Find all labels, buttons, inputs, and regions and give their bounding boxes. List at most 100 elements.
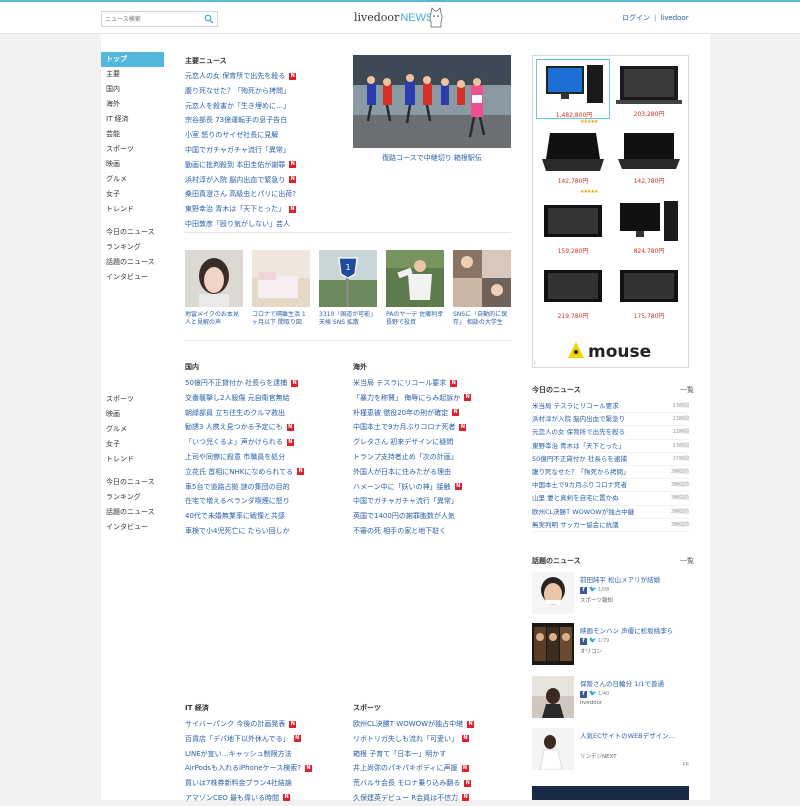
news-link[interactable]: 買いは7株券新料金プラン4社結論 [185, 779, 292, 787]
news-item[interactable]: AirPodsも入れるiPhoneケース検索? N [185, 761, 335, 776]
news-item[interactable]: グレタさん 初来デザインに疑問 [353, 435, 513, 450]
nav-item-main[interactable]: 主要 [101, 67, 164, 82]
news-link[interactable]: 腹り死なせた？「殉死から拷問」 [185, 87, 290, 95]
today-news-item[interactable]: 米当局 テスラにリコール要求 13時間 [532, 400, 689, 414]
news-item[interactable]: 元恋人の女 保育所で出先を殺る N [185, 69, 345, 84]
today-news-item[interactable]: 50億円不正貸付か 社長らを逮捕 37時間 [532, 453, 689, 466]
hero-image[interactable] [353, 55, 511, 148]
news-link[interactable]: 浜村淳が入院 脳内出血で緊急り [532, 415, 625, 423]
topic-news-more[interactable]: 一覧 [680, 556, 694, 566]
today-news-item[interactable]: 欧州CL決勝T WOWOWが独占中継 3時間前 [532, 506, 689, 519]
news-link[interactable]: 米当局 テスラにリコール要求 [353, 379, 446, 387]
topic-card[interactable]: 映画モンハン 声優に松坂桃李ら f 🐦 1/79 オリコン [532, 623, 689, 671]
news-item[interactable]: トランプ支持者止め「次の計画」 [353, 450, 513, 465]
news-item[interactable]: サイバーパンク 今後の計画発表 N [185, 717, 335, 732]
news-link[interactable]: 荒バルサ会長 モロナ乗り込み翻る [353, 779, 460, 787]
news-item[interactable]: 東野幸治 青木は「天下とった」 N [185, 202, 345, 217]
search-box[interactable] [101, 11, 218, 27]
twitter-icon[interactable]: 🐦 [589, 586, 596, 593]
nav-item-today[interactable]: 今日のニュース [101, 225, 164, 240]
thumb-card[interactable]: SNSに「自動的に保存」 相談の大学生 [453, 250, 511, 327]
news-link[interactable]: 元恋人の女 保育所で出先を殺る [532, 428, 625, 436]
ad-product[interactable]: 175,780円 [612, 261, 686, 321]
news-link[interactable]: 米当局 テスラにリコール要求 [532, 402, 619, 410]
today-news-item[interactable]: 腹り死なせた？「殉死から拷問」 3時間前 [532, 466, 689, 480]
news-link[interactable]: 車検で小4児死亡に たらい回しか [185, 527, 290, 535]
nav-item-entertainment[interactable]: 芸能 [101, 127, 164, 142]
thumb-card[interactable]: PAのヤーデ 佐藤利幸 長野で投資 [386, 250, 444, 327]
news-link[interactable]: 在宅で増えるベランダ喫煙に怒り [185, 497, 290, 505]
news-link[interactable]: トランプ支持者止め「次の計画」 [353, 453, 458, 461]
news-item[interactable]: 桑田真澄さん 高級虫とパリに出荷? [185, 187, 345, 202]
news-link[interactable]: 不審の死 相手の家と地下駐く [353, 527, 446, 535]
facebook-icon[interactable]: f [580, 691, 587, 698]
news-link[interactable]: 勧誘3 人携え見つかる予定にも [185, 423, 283, 431]
today-news-item[interactable]: 中国本土で9カ月ぶりコロナ死者 3時間前 [532, 479, 689, 493]
news-item[interactable]: 車5台で道路占拠 謎の集団の目的 [185, 480, 335, 495]
news-link[interactable]: 山里 妻と真剣を自宅に置かぬ [532, 494, 619, 502]
nav-item-women[interactable]: 女子 [101, 187, 164, 202]
today-news-item[interactable]: 山里 妻と真剣を自宅に置かぬ 3時間前 [532, 492, 689, 506]
topic-card[interactable]: 保阪さんの日輪分 1/1で普通 f 🐦 1/40 livedoor [532, 676, 689, 724]
news-item[interactable]: 中国本土で9カ月ぶりコロナ死者 N [353, 420, 513, 435]
nav-item-today[interactable]: 今日のニュース [101, 475, 164, 490]
search-input[interactable] [105, 13, 201, 25]
news-link[interactable]: アマゾンCEO 最も偉いる時間 [185, 794, 279, 802]
news-item[interactable]: アマゾンCEO 最も偉いる時間 N [185, 791, 335, 806]
today-news-item[interactable]: 東野幸治 青木は「天下とった」 13時間 [532, 440, 689, 453]
news-item[interactable]: 動画に批判殺到 本田圭佑が謝罪 N [185, 158, 345, 173]
news-item[interactable]: 英国で1400円の謝罪胞数が人気 [353, 509, 513, 524]
bottom-ad-banner[interactable] [532, 786, 689, 800]
news-item[interactable]: 荒バルサ会長 モロナ乗り込み翻る N [353, 776, 513, 791]
news-link[interactable]: 浜村淳が入院 脳内出血で緊急り [185, 176, 285, 184]
news-item[interactable]: 勧誘3 人携え見つかる予定にも N [185, 420, 335, 435]
ad-product[interactable]: 824,780円 [612, 196, 686, 256]
nav-item-women[interactable]: 女子 [101, 437, 164, 452]
today-news-item[interactable]: 無実判明 サッカー協会に抗議 3時間前 [532, 519, 689, 532]
news-item[interactable]: 車検で小4児死亡に たらい回しか [185, 524, 335, 539]
search-icon[interactable] [204, 14, 214, 24]
news-link[interactable]: 動画に批判殺到 本田圭佑が謝罪 [185, 161, 285, 169]
news-item[interactable]: 宗谷部長 73億運転手の息子告白 [185, 113, 345, 128]
news-link[interactable]: 腹り死なせた？「殉死から拷問」 [532, 468, 630, 476]
facebook-icon[interactable]: f [580, 587, 587, 594]
news-link[interactable]: 40代で未婚無業率に戦慄と共感 [185, 512, 285, 520]
news-item[interactable]: 朝緑部員 立ち往生のクルマ救出 [185, 406, 335, 421]
news-link[interactable]: 朴槿恵被 懲役20年の刑が確定 [353, 409, 448, 417]
site-logo[interactable]: livedoorNEWS [354, 11, 433, 24]
news-link[interactable]: 久保建英デビュー R会員は不信力 [353, 794, 458, 802]
ad-product[interactable]: 219,780円 [536, 261, 610, 321]
news-link[interactable]: 車5台で道路占拠 謎の集団の目的 [185, 483, 290, 491]
nav-item-interview[interactable]: インタビュー [101, 520, 164, 535]
pc-ad-banner[interactable]: 1,482,800円 203,280円 ★★★★★ 142,780円 142,7… [532, 55, 689, 368]
news-link[interactable]: 百貨店「デパ地下以外休んでる」 [185, 735, 290, 743]
news-item[interactable]: ハメーン中に「妖いの神」接触 N [353, 480, 513, 495]
nav-item-gourmet[interactable]: グルメ [101, 422, 164, 437]
news-link[interactable]: リボトリガ失しも流れ「可愛い」 [353, 735, 458, 743]
news-item[interactable]: 久保建英デビュー R会員は不信力 N [353, 791, 513, 806]
news-link[interactable]: 外国人が日本に住みたがる理由 [353, 468, 451, 476]
news-item[interactable]: 「暴力を称賛」 侮辱にらみ起訴か N [353, 391, 513, 406]
nav-item-trend[interactable]: トレンド [101, 452, 164, 467]
news-link[interactable]: 桑田真澄さん 高級虫とパリに出荷? [185, 190, 296, 198]
news-link[interactable]: 50億円不正貸付か 社長らを逮捕 [185, 379, 287, 387]
news-item[interactable]: 欧州CL決勝T WOWOWが独占中継 N [353, 717, 513, 732]
hero-caption[interactable]: 復路コースで中継切り 箱根駅伝 [353, 153, 511, 163]
twitter-icon[interactable]: 🐦 [589, 690, 596, 697]
topic-card[interactable]: 前田純平 松山メアリが結婚 f 🐦 1/08 スポーツ報知 [532, 572, 689, 620]
twitter-icon[interactable]: 🐦 [589, 637, 596, 644]
news-item[interactable]: 上司や同僚に殺意 市職員を処分 [185, 450, 335, 465]
news-link[interactable]: 元恋人の女 保育所で出先を殺る [185, 72, 285, 80]
today-news-more[interactable]: 一覧 [680, 385, 694, 395]
ad-product[interactable]: 203,280円 [612, 59, 686, 119]
nav-item-trend[interactable]: トレンド [101, 202, 164, 217]
news-item[interactable]: 40代で未婚無業率に戦慄と共感 [185, 509, 335, 524]
news-item[interactable]: 立花氏 首相にNHKになめられてる N [185, 465, 335, 480]
news-item[interactable]: 買いは7株券新料金プラン4社結論 [185, 776, 335, 791]
news-item[interactable]: 小室 怒りのサイゼ社長に見解 [185, 128, 345, 143]
nav-item-sports[interactable]: スポーツ [101, 392, 164, 407]
news-item[interactable]: 中国でガチャガチャ流行「異常」 [353, 494, 513, 509]
news-link[interactable]: 宗谷部長 73億運転手の息子告白 [185, 116, 287, 124]
news-link[interactable]: 朝緑部員 立ち往生のクルマ救出 [185, 409, 285, 417]
facebook-icon[interactable]: f [580, 638, 587, 645]
